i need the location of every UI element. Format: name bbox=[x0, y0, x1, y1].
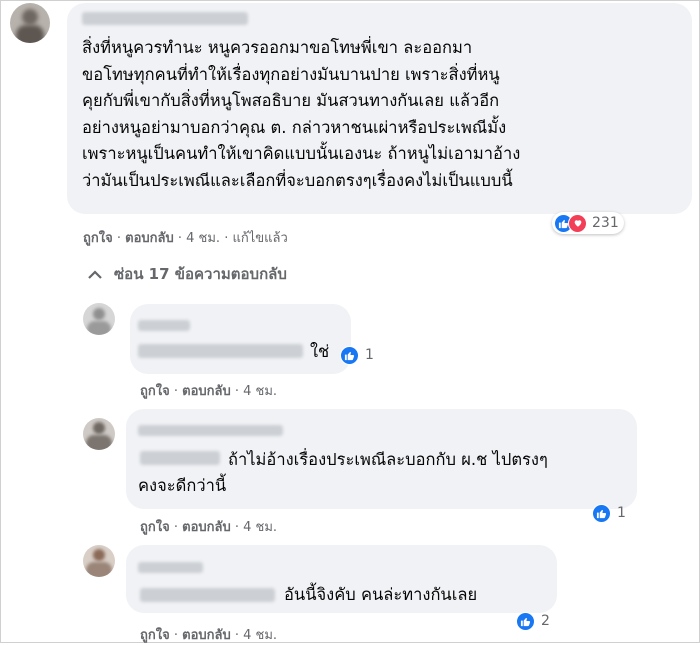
reply-link[interactable]: ตอบกลับ bbox=[182, 628, 231, 643]
reply-avatar[interactable] bbox=[83, 545, 115, 577]
reply-link[interactable]: ตอบกลับ bbox=[125, 231, 174, 246]
reply-reactions[interactable]: 1 bbox=[592, 502, 626, 524]
main-comment-text: สิ่งที่หนูควรทำนะ หนูควรออกมาขอโทษพี่เขา… bbox=[82, 38, 521, 190]
reply-reactions[interactable]: 2 bbox=[516, 610, 550, 632]
chevron-up-icon bbox=[88, 269, 102, 279]
reaction-count: 231 bbox=[592, 215, 619, 231]
reply-text: อันนี้จิงคับ คนล่ะทางกันเลย bbox=[284, 585, 478, 604]
reply-mention-redacted[interactable] bbox=[140, 588, 275, 602]
reply-avatar[interactable] bbox=[83, 303, 115, 335]
reply-link[interactable]: ตอบกลับ bbox=[182, 520, 231, 535]
reply-text: ใช่ bbox=[310, 342, 330, 361]
reply-actions: ถูกใจ · ตอบกลับ · 4 ชม. bbox=[140, 628, 278, 643]
like-link[interactable]: ถูกใจ bbox=[140, 520, 170, 535]
timestamp[interactable]: 4 ชม. bbox=[243, 384, 277, 399]
reaction-count: 1 bbox=[617, 505, 626, 521]
reply-author-redacted[interactable] bbox=[138, 320, 190, 331]
hide-replies-toggle[interactable]: ซ่อน 17 ข้อความตอบกลับ bbox=[88, 262, 287, 286]
reply-reactions[interactable]: 1 bbox=[340, 344, 374, 366]
hide-replies-label: ซ่อน 17 ข้อความตอบกลับ bbox=[114, 265, 287, 283]
reply-author-redacted[interactable] bbox=[138, 425, 283, 436]
like-link[interactable]: ถูกใจ bbox=[140, 384, 170, 399]
commenter-name-redacted[interactable] bbox=[82, 12, 248, 25]
like-link[interactable]: ถูกใจ bbox=[140, 628, 170, 643]
like-icon bbox=[592, 503, 611, 523]
reply-mention-redacted[interactable] bbox=[138, 344, 303, 358]
like-link[interactable]: ถูกใจ bbox=[83, 231, 113, 246]
like-icon bbox=[516, 611, 535, 631]
reply-link[interactable]: ตอบกลับ bbox=[182, 384, 231, 399]
timestamp[interactable]: 4 ชม. bbox=[243, 628, 277, 643]
reply-actions: ถูกใจ · ตอบกลับ · 4 ชม. bbox=[140, 520, 278, 535]
reply-avatar[interactable] bbox=[83, 418, 115, 450]
reaction-count: 1 bbox=[365, 347, 374, 363]
timestamp[interactable]: 4 ชม. bbox=[243, 520, 277, 535]
reaction-count: 2 bbox=[541, 613, 550, 629]
like-icon bbox=[340, 345, 359, 365]
reply-actions: ถูกใจ · ตอบกลับ · 4 ชม. bbox=[140, 384, 278, 399]
commenter-avatar[interactable] bbox=[10, 3, 50, 43]
timestamp[interactable]: 4 ชม. bbox=[186, 231, 220, 246]
main-comment-actions: ถูกใจ · ตอบกลับ · 4 ชม. · แก้ไขแล้ว bbox=[83, 231, 288, 246]
reply-text: ถ้าไม่อ้างเรื่องประเพณีละบอกกับ ผ.ช ไปตร… bbox=[138, 450, 548, 495]
reply-author-redacted[interactable] bbox=[138, 562, 203, 573]
edited-label: แก้ไขแล้ว bbox=[232, 231, 288, 246]
main-comment-reactions[interactable]: 231 bbox=[552, 212, 624, 234]
love-icon bbox=[568, 213, 587, 233]
